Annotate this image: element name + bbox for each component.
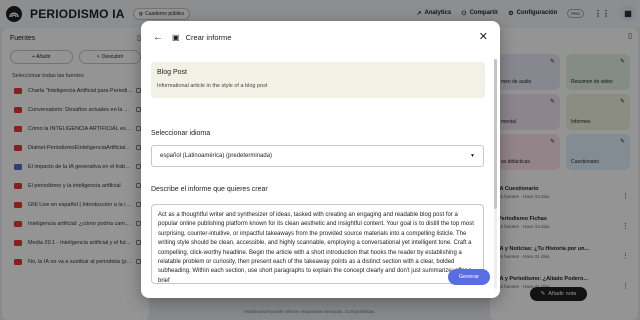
create-report-dialog: ← ▣ Crear informe ✕ Blog Post Informatio…: [141, 21, 500, 298]
close-icon[interactable]: ✕: [479, 30, 488, 43]
report-sparkle-icon: ▣: [172, 33, 180, 42]
generate-button[interactable]: Generar: [448, 269, 490, 285]
language-label: Seleccionar idioma: [151, 130, 211, 137]
format-name: Blog Post: [157, 69, 187, 76]
format-description: Informational article in the style of a …: [157, 83, 268, 89]
back-arrow-icon[interactable]: ←: [153, 32, 163, 43]
dropdown-caret-icon: ▼: [470, 153, 475, 159]
language-value: español (Latinoamérica) (predeterminada): [160, 153, 273, 159]
scrollbar-thumb[interactable]: [494, 59, 497, 209]
dialog-title: Crear informe: [185, 33, 232, 42]
description-label: Describe el informe que quieres crear: [151, 186, 268, 193]
selected-format-card: Blog Post Informational article in the s…: [151, 62, 485, 98]
language-select[interactable]: español (Latinoamérica) (predeterminada)…: [151, 145, 484, 167]
description-textarea[interactable]: Act as a thoughtful writer and synthesiz…: [151, 204, 484, 284]
